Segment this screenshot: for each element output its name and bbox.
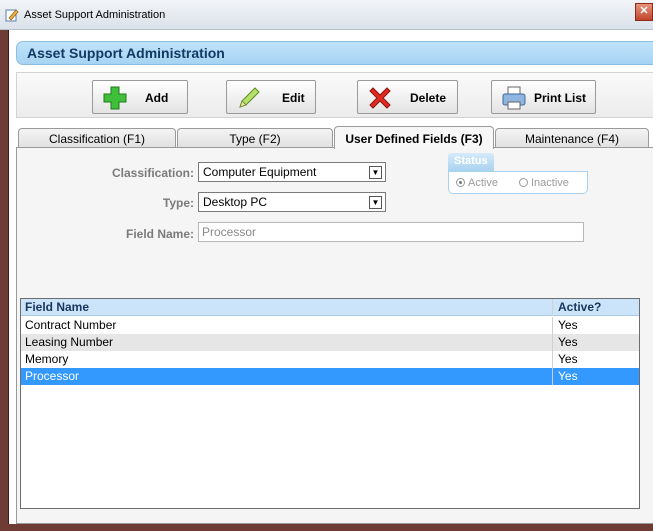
column-divider [552, 317, 553, 334]
column-divider [552, 334, 553, 351]
edit-button[interactable]: Edit [226, 80, 316, 114]
row-active: Yes [558, 352, 578, 366]
radio-selected-icon [456, 178, 465, 187]
chevron-down-icon: ▼ [369, 196, 382, 209]
table-row[interactable]: Leasing Number Yes [21, 334, 639, 351]
field-name-input[interactable]: Processor [198, 222, 584, 242]
title-bar[interactable]: Asset Support Administration ✕ [0, 0, 653, 30]
type-label: Type: [162, 196, 194, 210]
field-list-table: Field Name Active? Contract Number Yes L… [20, 298, 640, 509]
toolbar: Add Edit Delete Print List [16, 72, 653, 118]
table-header: Field Name Active? [21, 299, 639, 316]
active-radio-label: Active [468, 177, 498, 189]
edit-document-icon [5, 9, 19, 22]
tab-bar: Classification (F1) Type (F2) User Defin… [16, 126, 653, 149]
page-title: Asset Support Administration [16, 41, 653, 65]
inactive-radio-label: Inactive [531, 177, 569, 189]
column-divider [552, 299, 553, 316]
row-active: Yes [558, 335, 578, 349]
delete-x-icon [369, 87, 391, 109]
plus-icon [103, 86, 127, 110]
delete-button[interactable]: Delete [357, 80, 458, 114]
window-title: Asset Support Administration [24, 9, 166, 21]
row-field-name: Contract Number [25, 318, 117, 332]
inactive-radio[interactable]: Inactive [519, 177, 569, 189]
printer-icon [502, 86, 526, 110]
classification-select[interactable]: Computer Equipment ▼ [198, 162, 386, 182]
column-header-field-name[interactable]: Field Name [25, 300, 89, 314]
tab-user-defined-fields[interactable]: User Defined Fields (F3) [334, 126, 494, 149]
print-list-button[interactable]: Print List [491, 80, 596, 114]
classification-label: Classification: [111, 166, 194, 180]
edit-label: Edit [282, 91, 305, 105]
column-header-active[interactable]: Active? [558, 300, 601, 314]
pencil-icon [239, 87, 260, 108]
delete-label: Delete [410, 91, 447, 105]
active-radio[interactable]: Active [456, 177, 498, 189]
row-active: Yes [558, 369, 578, 383]
row-field-name: Leasing Number [25, 335, 114, 349]
chevron-down-icon: ▼ [369, 166, 382, 179]
status-legend: Status [448, 153, 494, 171]
close-button[interactable]: ✕ [635, 3, 653, 21]
row-field-name: Memory [25, 352, 69, 366]
row-active: Yes [558, 318, 578, 332]
type-select[interactable]: Desktop PC ▼ [198, 192, 386, 212]
add-label: Add [145, 91, 169, 105]
column-divider [552, 368, 553, 385]
tab-maintenance[interactable]: Maintenance (F4) [495, 128, 649, 148]
tab-type[interactable]: Type (F2) [177, 128, 333, 148]
classification-value: Computer Equipment [203, 165, 317, 179]
app-window: Asset Support Administration ✕ Asset Sup… [0, 0, 653, 531]
table-row-selected[interactable]: Processor Yes [21, 368, 639, 385]
column-divider [552, 351, 553, 368]
status-group: Status Active Inactive [448, 153, 588, 194]
tab-classification[interactable]: Classification (F1) [18, 128, 176, 148]
row-field-name: Processor [25, 369, 80, 383]
type-value: Desktop PC [203, 195, 268, 209]
radio-unselected-icon [519, 178, 528, 187]
status-options: Active Inactive [448, 171, 588, 194]
field-name-label: Field Name: [125, 227, 194, 241]
print-list-label: Print List [534, 91, 587, 105]
add-button[interactable]: Add [92, 80, 188, 114]
table-row[interactable]: Contract Number Yes [21, 317, 639, 334]
table-row[interactable]: Memory Yes [21, 351, 639, 368]
